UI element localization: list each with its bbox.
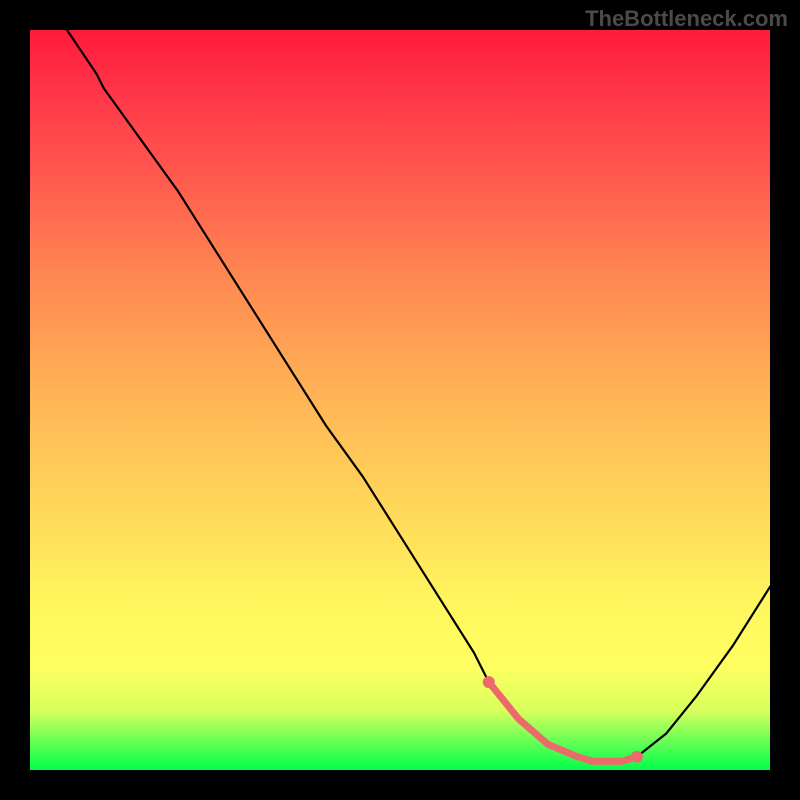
highlight-dot <box>631 751 643 763</box>
highlight-dot <box>483 676 495 688</box>
plot-area <box>30 30 770 770</box>
watermark-text: TheBottleneck.com <box>585 6 788 32</box>
chart-container: TheBottleneck.com <box>0 0 800 800</box>
main-curve <box>67 30 770 761</box>
chart-overlay <box>30 30 770 770</box>
highlight-segment <box>489 682 637 761</box>
